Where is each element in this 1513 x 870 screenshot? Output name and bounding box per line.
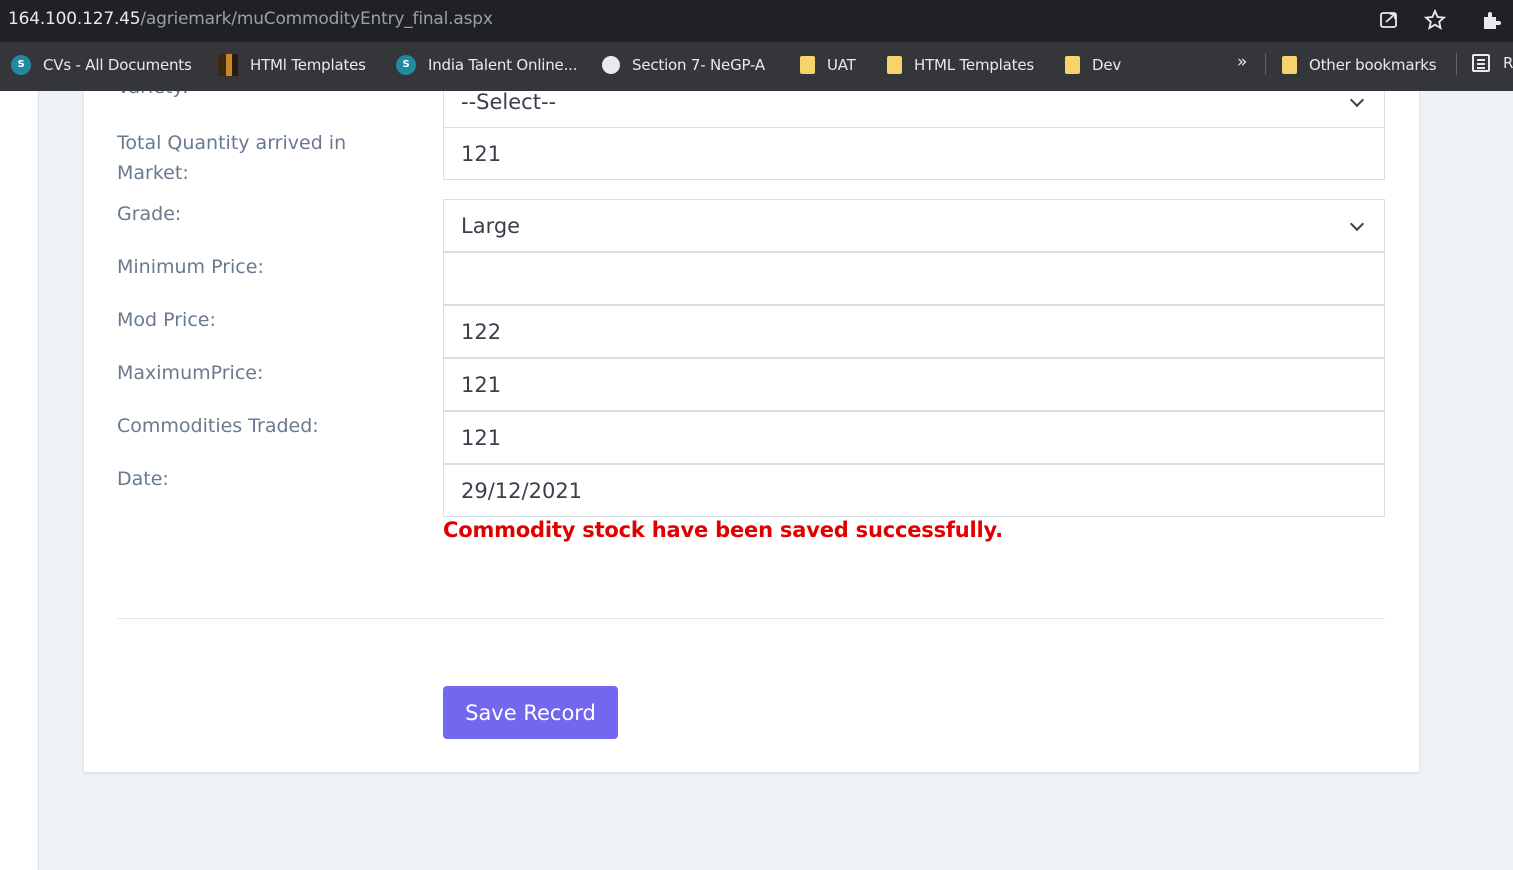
variety-value: --Select-- (461, 89, 557, 114)
share-icon[interactable] (1378, 9, 1400, 31)
grade-value: Large (461, 213, 521, 238)
bookmark-uat[interactable]: UAT (800, 53, 856, 77)
folder-icon (1282, 56, 1297, 74)
bookmark-label: HTMl Templates (250, 56, 366, 74)
bookmark-label: Section 7- NeGP-A (632, 56, 765, 74)
template-icon (218, 54, 238, 76)
bookmark-dev[interactable]: Dev (1065, 53, 1121, 77)
sidebar (0, 91, 39, 870)
date-input[interactable]: 29/12/2021 (443, 464, 1385, 517)
star-icon[interactable] (1424, 9, 1446, 31)
extensions-icon[interactable] (1480, 9, 1502, 31)
bookmark-separator (1456, 53, 1457, 75)
reading-list-icon[interactable] (1472, 54, 1490, 72)
commodities-traded-label: Commodities Traded: (117, 415, 319, 437)
mod-price-label: Mod Price: (117, 309, 216, 331)
folder-icon (1065, 56, 1080, 74)
bookmark-india-talent[interactable]: S India Talent Online... (396, 53, 577, 77)
reading-list-label[interactable]: R (1503, 54, 1513, 72)
url-host: 164.100.127.45 (8, 9, 141, 29)
chevron-down-icon (1349, 216, 1365, 231)
bookmark-section7[interactable]: Section 7- NeGP-A (602, 53, 765, 77)
bookmark-label: HTML Templates (914, 56, 1034, 74)
bookmark-cvs[interactable]: S CVs - All Documents (11, 53, 192, 77)
url-text[interactable]: 164.100.127.45/agriemark/muCommodityEntr… (8, 9, 493, 29)
bookmark-label: CVs - All Documents (43, 56, 192, 74)
save-record-button[interactable]: Save Record (443, 686, 618, 739)
maximum-price-input[interactable]: 121 (443, 358, 1385, 411)
maximum-price-label: MaximumPrice: (117, 362, 264, 384)
url-path: /agriemark/muCommodityEntry_final.aspx (140, 9, 493, 29)
bookmark-label: Other bookmarks (1309, 56, 1437, 74)
total-quantity-input[interactable]: 121 (443, 127, 1385, 180)
date-label: Date: (117, 468, 169, 490)
sharepoint-icon: S (11, 55, 31, 75)
minimum-price-input[interactable] (443, 252, 1385, 305)
commodities-traded-value: 121 (461, 425, 502, 450)
bookmarks-bar: S CVs - All Documents HTMl Templates S Ind… (0, 42, 1513, 91)
grade-select[interactable]: Large (443, 199, 1385, 252)
bookmark-html-templates-1[interactable]: HTMl Templates (218, 53, 366, 77)
folder-icon (800, 56, 815, 74)
minimum-price-label: Minimum Price: (117, 256, 264, 278)
commodities-traded-input[interactable]: 121 (443, 411, 1385, 464)
total-quantity-value: 121 (461, 141, 502, 166)
bookmark-label: UAT (827, 56, 856, 74)
bookmark-label: India Talent Online... (428, 56, 578, 74)
globe-icon (602, 56, 620, 74)
more-bookmarks-button[interactable]: » (1237, 52, 1247, 72)
bookmark-separator (1265, 53, 1266, 75)
mod-price-input[interactable]: 122 (443, 305, 1385, 358)
bookmark-label: Dev (1092, 56, 1122, 74)
chevron-down-icon (1349, 92, 1365, 107)
divider (117, 618, 1385, 619)
grade-label: Grade: (117, 203, 182, 225)
sharepoint-icon: S (396, 55, 416, 75)
bookmark-other[interactable]: Other bookmarks (1282, 53, 1437, 77)
maximum-price-value: 121 (461, 372, 502, 397)
total-quantity-label: Total Quantity arrived in Market: (117, 132, 347, 184)
mod-price-value: 122 (461, 319, 502, 344)
folder-icon (887, 56, 902, 74)
success-message: Commodity stock have been saved successf… (443, 518, 1003, 542)
date-value: 29/12/2021 (461, 478, 583, 503)
bookmark-html-templates-2[interactable]: HTML Templates (887, 53, 1034, 77)
address-bar[interactable]: 164.100.127.45/agriemark/muCommodityEntr… (0, 0, 1513, 42)
